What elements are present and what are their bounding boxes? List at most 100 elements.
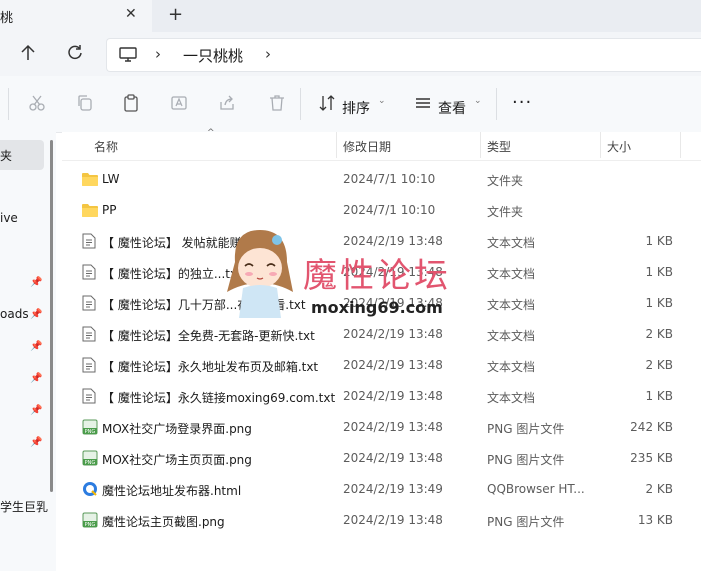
sort-icon[interactable] <box>318 94 336 112</box>
new-tab-button[interactable]: + <box>168 4 183 25</box>
tab-current[interactable]: 桃 ✕ <box>0 0 152 32</box>
nav-item-folder[interactable]: 夹 <box>0 147 12 164</box>
file-type: 文件夹 <box>487 174 524 188</box>
tab-bar: 桃 ✕ + <box>0 0 701 32</box>
delete-icon[interactable] <box>268 94 286 112</box>
column-header-date[interactable]: 修改日期 <box>343 138 391 155</box>
svg-text:PNG: PNG <box>85 429 96 435</box>
file-size: 1 KB <box>645 389 673 403</box>
file-date: 2024/2/19 13:48 <box>343 358 443 372</box>
file-size: 2 KB <box>645 482 673 496</box>
breadcrumb-chevron-icon[interactable]: › <box>155 45 161 63</box>
column-header-size[interactable]: 大小 <box>607 138 631 155</box>
file-size: 2 KB <box>645 358 673 372</box>
file-name[interactable]: PP <box>102 203 116 217</box>
column-divider[interactable] <box>600 132 601 158</box>
file-size: 235 KB <box>630 451 673 465</box>
refresh-icon[interactable] <box>66 44 84 62</box>
text-file-icon <box>82 295 96 315</box>
pin-icon: 📌 <box>30 341 43 352</box>
column-divider[interactable] <box>680 132 681 158</box>
file-type: PNG 图片文件 <box>487 422 565 436</box>
rename-icon[interactable] <box>170 94 188 112</box>
copy-icon[interactable] <box>76 94 94 112</box>
file-type: 文本文档 <box>487 236 536 250</box>
png-file-icon: PNG <box>82 512 98 532</box>
close-tab-icon[interactable]: ✕ <box>125 6 137 22</box>
png-file-icon: PNG <box>82 419 98 439</box>
share-icon[interactable] <box>218 94 236 112</box>
file-row[interactable]: PNG 魔性论坛主页截图.png 2024/2/19 13:48 PNG 图片文件 13… <box>62 505 701 536</box>
file-row[interactable]: PNG MOX社交广场登录界面.png 2024/2/19 13:48 PNG 图片文… <box>62 412 701 443</box>
view-icon[interactable] <box>414 94 432 112</box>
breadcrumb-chevron-icon[interactable]: › <box>265 45 271 63</box>
folder-icon <box>82 171 98 190</box>
sort-button[interactable]: 排序 <box>342 98 370 118</box>
file-type: PNG 图片文件 <box>487 515 565 529</box>
file-name[interactable]: 魔性论坛主页截图.png <box>102 513 225 530</box>
navigation-bar: › 一只桃桃 › <box>0 32 701 76</box>
chevron-down-icon[interactable]: ⌄ <box>378 96 386 106</box>
file-row[interactable]: PNG MOX社交广场主页页面.png 2024/2/19 13:48 PNG 图片文… <box>62 443 701 474</box>
nav-item-folder[interactable]: 学生巨乳 <box>0 498 48 515</box>
up-arrow-icon[interactable] <box>20 44 36 62</box>
browser-file-icon <box>82 481 98 501</box>
file-name[interactable]: 魔性论坛地址发布器.html <box>102 482 241 499</box>
paste-icon[interactable] <box>122 94 140 112</box>
nav-item-drive[interactable]: ive <box>0 211 18 225</box>
file-name[interactable]: 【 魔性论坛】全免费-无套路-更新快.txt <box>102 327 315 344</box>
watermark-text: 魔性论坛 <box>303 256 451 296</box>
file-row[interactable]: 【 魔性论坛】永久地址发布页及邮箱.txt 2024/2/19 13:48 文本文档… <box>62 350 701 381</box>
file-row[interactable]: 魔性论坛地址发布器.html 2024/2/19 13:49 QQBrowser H… <box>62 474 701 505</box>
navigation-pane: 夹 ive 📌 oads 📌 📌 📌 📌 📌 学生巨乳 <box>0 132 56 571</box>
file-type: 文本文档 <box>487 329 536 343</box>
column-header-name[interactable]: 名称 <box>94 138 118 155</box>
watermark: 魔性论坛 moxing69.com <box>215 222 475 322</box>
chevron-down-icon[interactable]: ⌄ <box>474 96 482 106</box>
file-type: 文本文档 <box>487 267 536 281</box>
file-size: 1 KB <box>645 296 673 310</box>
file-date: 2024/2/19 13:48 <box>343 389 443 403</box>
nav-item-downloads[interactable]: oads <box>0 307 29 321</box>
file-date: 2024/2/19 13:48 <box>343 420 443 434</box>
pin-icon: 📌 <box>30 309 43 320</box>
pin-icon: 📌 <box>30 277 43 288</box>
sort-ascending-icon: ^ <box>207 128 215 138</box>
file-size: 2 KB <box>645 327 673 341</box>
file-type: 文本文档 <box>487 360 536 374</box>
png-file-icon: PNG <box>82 450 98 470</box>
column-divider[interactable] <box>480 132 481 158</box>
file-name[interactable]: LW <box>102 172 119 186</box>
file-date: 2024/7/1 10:10 <box>343 172 436 186</box>
this-pc-icon[interactable] <box>119 47 137 63</box>
view-button[interactable]: 查看 <box>438 98 466 118</box>
file-name[interactable]: MOX社交广场登录界面.png <box>102 420 252 437</box>
breadcrumb-folder[interactable]: 一只桃桃 <box>183 45 243 66</box>
address-bar[interactable]: › 一只桃桃 › <box>106 38 701 72</box>
file-date: 2024/2/19 13:48 <box>343 327 443 341</box>
file-name[interactable]: 【 魔性论坛】永久地址发布页及邮箱.txt <box>102 358 318 375</box>
cut-icon[interactable] <box>28 94 46 112</box>
nav-scrollbar[interactable] <box>50 140 53 492</box>
text-file-icon <box>82 388 96 408</box>
tab-title: 桃 <box>0 11 14 26</box>
svg-text:PNG: PNG <box>85 460 96 466</box>
text-file-icon <box>82 233 96 253</box>
more-options-button[interactable]: ··· <box>512 92 532 113</box>
file-row[interactable]: 【 魔性论坛】全免费-无套路-更新快.txt 2024/2/19 13:48 文本文… <box>62 319 701 350</box>
column-divider[interactable] <box>336 132 337 158</box>
folder-icon <box>82 202 98 221</box>
file-list: ^ 名称 修改日期 类型 大小 LW 2024/7/1 10:10 文件夹 PP 202… <box>62 128 701 571</box>
watermark-url: moxing69.com <box>311 298 443 317</box>
file-type: 文本文档 <box>487 391 536 405</box>
text-file-icon <box>82 326 96 346</box>
column-header-type[interactable]: 类型 <box>487 138 511 155</box>
file-name[interactable]: MOX社交广场主页页面.png <box>102 451 252 468</box>
file-type: QQBrowser HT... <box>487 482 585 496</box>
file-date: 2024/2/19 13:48 <box>343 513 443 527</box>
file-row[interactable]: 【 魔性论坛】永久链接moxing69.com.txt 2024/2/19 13:… <box>62 381 701 412</box>
file-name[interactable]: 【 魔性论坛】永久链接moxing69.com.txt <box>102 389 335 406</box>
file-type: 文件夹 <box>487 205 524 219</box>
file-row[interactable]: LW 2024/7/1 10:10 文件夹 <box>62 164 701 195</box>
pin-icon: 📌 <box>30 373 43 384</box>
